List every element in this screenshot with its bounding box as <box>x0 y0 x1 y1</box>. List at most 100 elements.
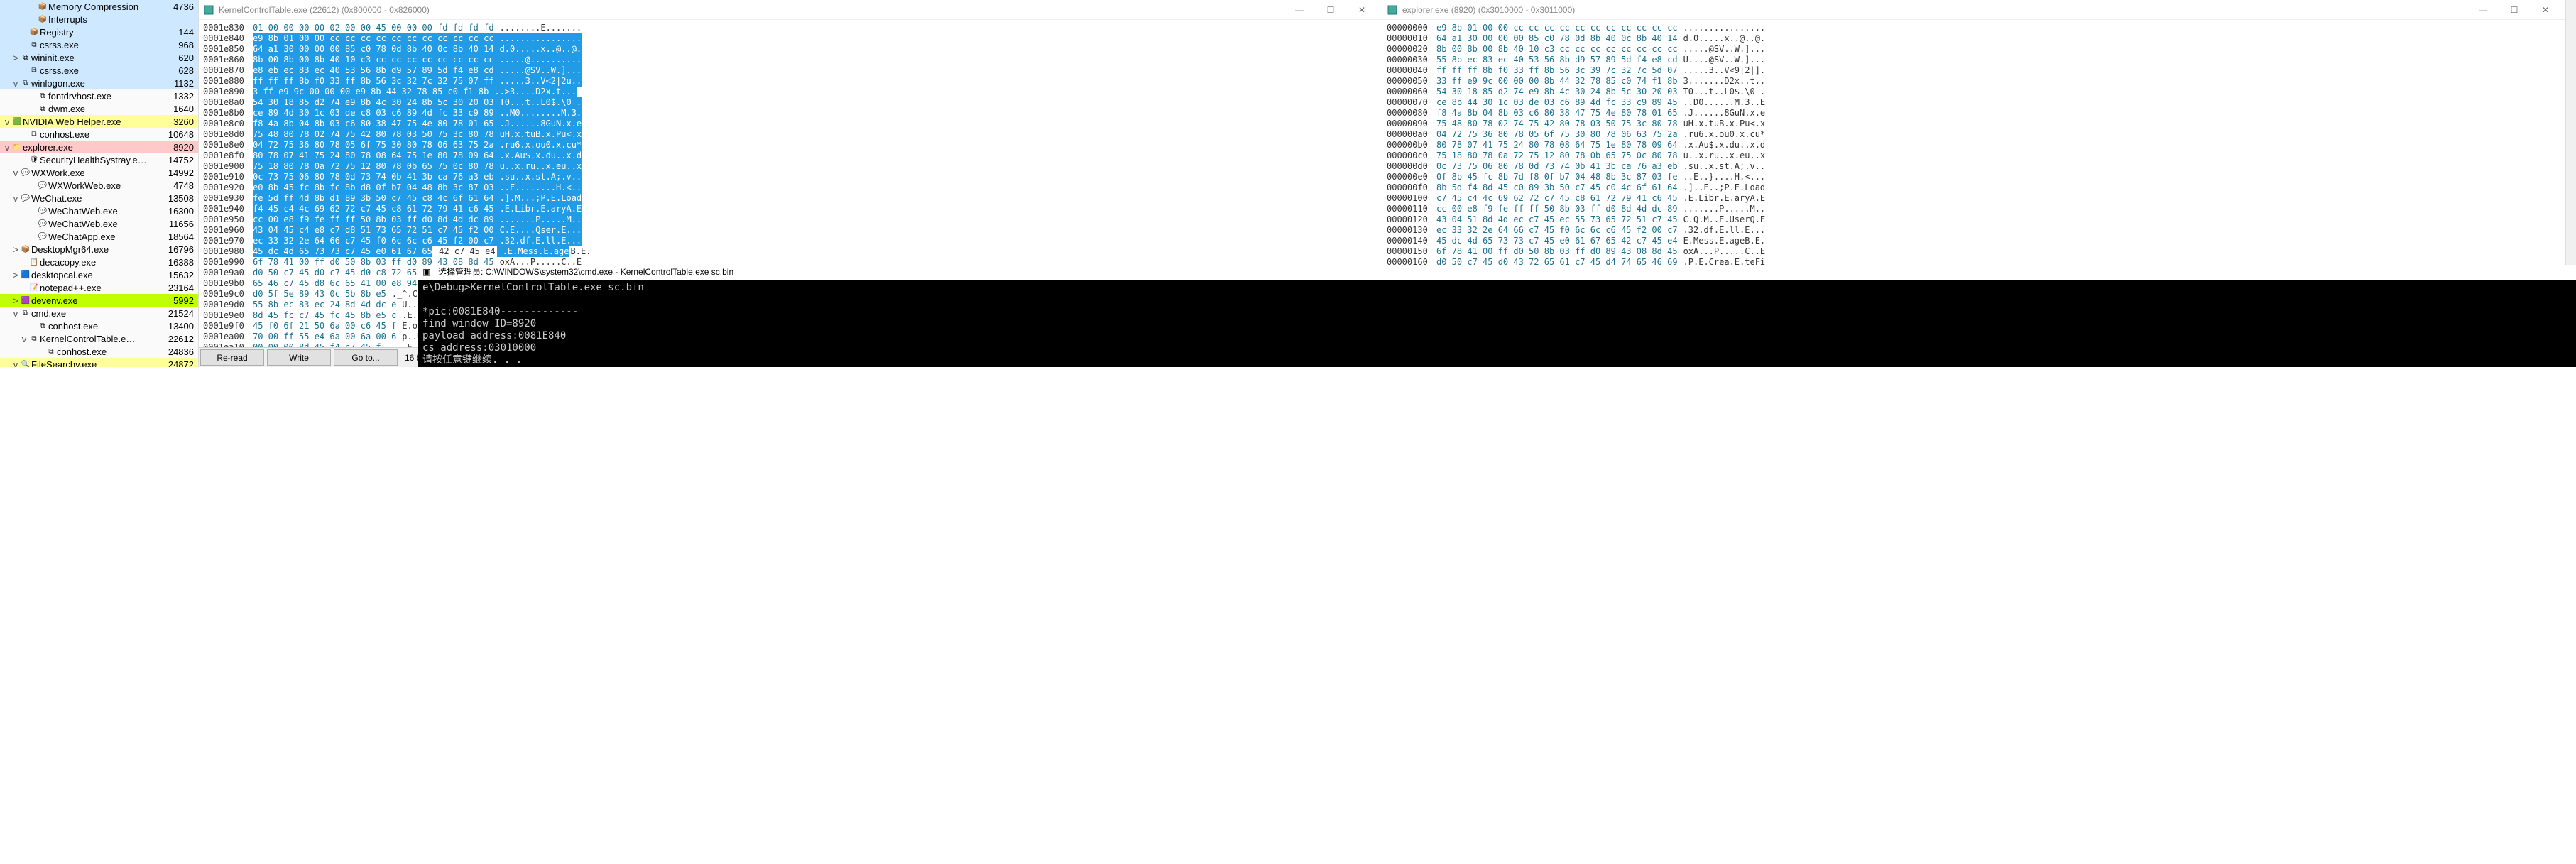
tree-row[interactable]: v⧉winlogon.exe1132 <box>0 77 198 89</box>
tree-row[interactable]: 📦Memory Compression4736 <box>0 0 198 13</box>
hex-line[interactable]: 000000b0 80 78 07 41 75 24 80 78 08 64 7… <box>1387 140 2561 151</box>
hex-line[interactable]: 0001e980 45 dc 4d 65 73 73 c7 45 e0 61 6… <box>203 246 1377 257</box>
tree-row[interactable]: >🟪devenv.exe5992 <box>0 294 198 307</box>
tree-row[interactable]: ⧉conhost.exe10648 <box>0 128 198 141</box>
tree-row[interactable]: 💬WeChatWeb.exe11656 <box>0 217 198 230</box>
tree-row[interactable]: ⧉conhost.exe13400 <box>0 319 198 332</box>
hex-line[interactable]: 000000a0 04 72 75 36 80 78 05 6f 75 30 8… <box>1387 129 2561 140</box>
tree-row[interactable]: 💬WXWorkWeb.exe4748 <box>0 179 198 192</box>
titlebar[interactable]: KernelControlTable.exe (22612) (0x800000… <box>199 0 1382 20</box>
tree-row[interactable]: >⧉wininit.exe620 <box>0 51 198 64</box>
expand-icon[interactable]: v <box>11 168 20 178</box>
hex-line[interactable]: 0001e880 ff ff ff 8b f0 33 ff 8b 56 3c 3… <box>203 76 1377 87</box>
hex-line[interactable]: 0001e950 cc 00 e8 f9 fe ff ff 50 8b 03 f… <box>203 214 1377 225</box>
tree-row[interactable]: v🔍FileSearchy.exe24872 <box>0 358 198 367</box>
hex-line[interactable]: 000000d0 0c 73 75 06 80 78 0d 73 74 0b 4… <box>1387 161 2561 172</box>
hex-line[interactable]: 000000f0 8b 5d f4 8d 45 c0 89 3b 50 c7 4… <box>1387 182 2561 193</box>
hex-line[interactable]: 0001e930 fe 5d ff 4d 8b d1 89 3b 50 c7 4… <box>203 193 1377 204</box>
hex-bytes: 0c 73 75 06 80 78 0d 73 74 0b 41 3b ca 7… <box>1436 161 1678 172</box>
reread-button[interactable]: Re-read <box>200 349 264 366</box>
expand-icon[interactable]: v <box>3 142 11 153</box>
tree-row[interactable]: ⧉csrss.exe968 <box>0 38 198 51</box>
tree-row[interactable]: 📝notepad++.exe23164 <box>0 281 198 294</box>
tree-row[interactable]: >📦DesktopMgr64.exe16796 <box>0 243 198 256</box>
hex-line[interactable]: 0001e870 e8 eb ec 83 ec 40 53 56 8b d9 5… <box>203 65 1377 76</box>
tree-row[interactable]: v💬WXWork.exe14992 <box>0 166 198 179</box>
tree-row[interactable]: ⧉conhost.exe24836 <box>0 345 198 358</box>
hex-line[interactable]: 0001e8f0 80 78 07 41 75 24 80 78 08 64 7… <box>203 151 1377 161</box>
expand-icon[interactable]: v <box>11 78 20 89</box>
expand-icon[interactable]: > <box>11 295 20 306</box>
maximize-button[interactable]: ☐ <box>1315 0 1346 20</box>
hex-line[interactable]: 0001e970 ec 33 32 2e 64 66 c7 45 f0 6c 6… <box>203 236 1377 246</box>
minimize-button[interactable]: — <box>2467 0 2499 20</box>
hex-line[interactable]: 0001e920 e0 8b 45 fc 8b fc 8b d8 0f b7 0… <box>203 182 1377 193</box>
hex-line[interactable]: 0001e850 64 a1 30 00 00 00 85 c0 78 0d 8… <box>203 44 1377 55</box>
hex-line[interactable]: 00000020 8b 00 8b 00 8b 40 10 c3 cc cc c… <box>1387 44 2561 55</box>
hex-line[interactable]: 0001e910 0c 73 75 06 80 78 0d 73 74 0b 4… <box>203 172 1377 182</box>
goto-button[interactable]: Go to... <box>334 349 398 366</box>
hex-line[interactable]: 0001e8a0 54 30 18 85 d2 74 e9 8b 4c 30 2… <box>203 97 1377 108</box>
hex-line[interactable]: 00000130 ec 33 32 2e 64 66 c7 45 f0 6c 6… <box>1387 225 2561 236</box>
hex-line[interactable]: 0001e8c0 f8 4a 8b 04 8b 03 c6 80 38 47 7… <box>203 119 1377 129</box>
hex-line[interactable]: 0001e900 75 18 80 78 0a 72 75 12 80 78 0… <box>203 161 1377 172</box>
hex-line[interactable]: 0001e940 f4 45 c4 4c 69 62 72 c7 45 c8 6… <box>203 204 1377 214</box>
hex-line[interactable]: 0001e960 43 04 45 c4 e8 c7 d8 51 73 65 7… <box>203 225 1377 236</box>
hex-line[interactable]: 00000120 43 04 51 8d 4d ec c7 45 ec 55 7… <box>1387 214 2561 225</box>
hex-line[interactable]: 00000100 c7 45 c4 4c 69 62 72 c7 45 c8 6… <box>1387 193 2561 204</box>
process-tree[interactable]: 📦Memory Compression4736📦Interrupts📦Regis… <box>0 0 199 367</box>
tree-row[interactable]: ⧉csrss.exe628 <box>0 64 198 77</box>
tree-row[interactable]: >🟦desktopcal.exe15632 <box>0 268 198 281</box>
hex-line[interactable]: 00000030 55 8b ec 83 ec 40 53 56 8b d9 5… <box>1387 55 2561 65</box>
hex-line[interactable]: 0001e8e0 04 72 75 36 80 78 05 6f 75 30 8… <box>203 140 1377 151</box>
hex-line[interactable]: 0001e830 01 00 00 00 00 02 00 00 45 00 0… <box>203 23 1377 33</box>
expand-icon[interactable]: v <box>11 193 20 204</box>
hex-line[interactable]: 000000e0 0f 8b 45 fc 8b 7d f8 0f b7 04 4… <box>1387 172 2561 182</box>
hex-line[interactable]: 00000140 45 dc 4d 65 73 73 c7 45 e0 61 6… <box>1387 236 2561 246</box>
hex-line[interactable]: 0001e890 3 ff e9 9c 00 00 00 e9 8b 44 32… <box>203 87 1377 97</box>
expand-icon[interactable]: v <box>3 116 11 127</box>
expand-icon[interactable]: v <box>20 334 28 344</box>
titlebar[interactable]: ▣ 选择管理员: C:\WINDOWS\system32\cmd.exe - K… <box>418 265 2576 280</box>
hex-line[interactable]: 0001e8b0 ce 89 4d 30 1c 03 de c8 03 c6 8… <box>203 108 1377 119</box>
hex-line[interactable]: 00000150 6f 78 41 00 ff d0 50 8b 03 ff d… <box>1387 246 2561 257</box>
minimize-button[interactable]: — <box>1284 0 1315 20</box>
hex-line[interactable]: 0001e8d0 75 48 80 78 02 74 75 42 80 78 0… <box>203 129 1377 140</box>
expand-icon[interactable]: > <box>11 53 20 63</box>
tree-row[interactable]: v🟩NVIDIA Web Helper.exe3260 <box>0 115 198 128</box>
tree-row[interactable]: v⧉KernelControlTable.e…22612 <box>0 332 198 345</box>
expand-icon[interactable]: > <box>11 270 20 280</box>
cmd-window[interactable]: ▣ 选择管理员: C:\WINDOWS\system32\cmd.exe - K… <box>418 265 2576 367</box>
tree-row[interactable]: 🛡SecurityHealthSystray.e…14752 <box>0 153 198 166</box>
hex-line[interactable]: 00000060 54 30 18 85 d2 74 e9 8b 4c 30 2… <box>1387 87 2561 97</box>
hex-line[interactable]: 00000050 33 ff e9 9c 00 00 00 8b 44 32 7… <box>1387 76 2561 87</box>
hex-line[interactable]: 00000110 cc 00 e8 f9 fe ff ff 50 8b 03 f… <box>1387 204 2561 214</box>
tree-row[interactable]: v⧉cmd.exe21524 <box>0 307 198 319</box>
hex-line[interactable]: 0001e860 8b 00 8b 00 8b 40 10 c3 cc cc c… <box>203 55 1377 65</box>
hex-line[interactable]: 00000040 ff ff ff 8b f0 33 ff 8b 56 3c 3… <box>1387 65 2561 76</box>
hex-line[interactable]: 00000000 e9 8b 01 00 00 cc cc cc cc cc c… <box>1387 23 2561 33</box>
tree-row[interactable]: v💬WeChat.exe13508 <box>0 192 198 204</box>
tree-row[interactable]: 💬WeChatWeb.exe16300 <box>0 204 198 217</box>
close-button[interactable]: ✕ <box>2530 0 2561 20</box>
titlebar[interactable]: explorer.exe (8920) (0x3010000 - 0x30110… <box>1382 0 2565 20</box>
hex-line[interactable]: 00000080 f8 4a 8b 04 8b 03 c6 80 38 47 7… <box>1387 108 2561 119</box>
tree-row[interactable]: v📁explorer.exe8920 <box>0 141 198 153</box>
expand-icon[interactable]: v <box>11 359 20 368</box>
write-button[interactable]: Write <box>267 349 331 366</box>
hex-line[interactable]: 000000c0 75 18 80 78 0a 72 75 12 80 78 0… <box>1387 151 2561 161</box>
hex-line[interactable]: 0001e840 e9 8b 01 00 00 cc cc cc cc cc c… <box>203 33 1377 44</box>
tree-row[interactable]: 💬WeChatApp.exe18564 <box>0 230 198 243</box>
tree-row[interactable]: ⧉fontdrvhost.exe1332 <box>0 89 198 102</box>
maximize-button[interactable]: ☐ <box>2499 0 2530 20</box>
expand-icon[interactable]: v <box>11 308 20 319</box>
tree-row[interactable]: 📦Interrupts <box>0 13 198 26</box>
hex-line[interactable]: 00000010 64 a1 30 00 00 00 85 c0 78 0d 8… <box>1387 33 2561 44</box>
tree-row[interactable]: ⧉dwm.exe1640 <box>0 102 198 115</box>
close-button[interactable]: ✕ <box>1346 0 1377 20</box>
hex-line[interactable]: 00000070 ce 8b 44 30 1c 03 de 03 c6 89 4… <box>1387 97 2561 108</box>
tree-row[interactable]: 📋decacopy.exe16388 <box>0 256 198 268</box>
hex-line[interactable]: 00000090 75 48 80 78 02 74 75 42 80 78 0… <box>1387 119 2561 129</box>
expand-icon[interactable]: > <box>11 244 20 255</box>
tree-row[interactable]: 📦Registry144 <box>0 26 198 38</box>
